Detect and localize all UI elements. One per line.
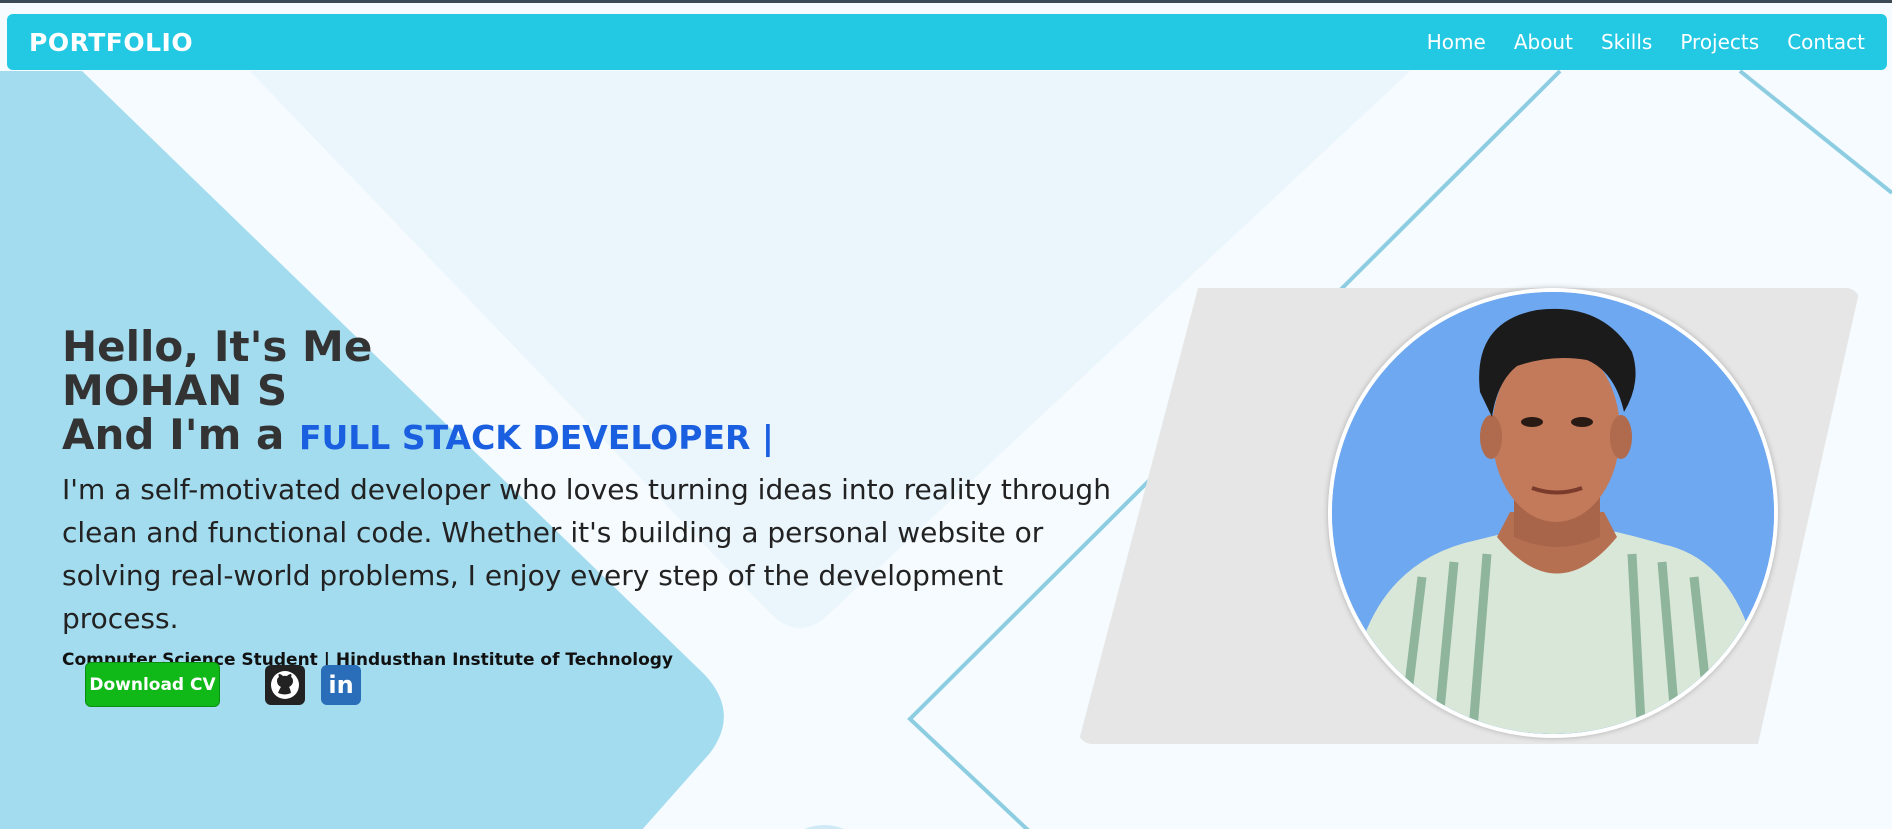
background-bottom-arc	[804, 825, 844, 829]
github-link[interactable]	[265, 664, 305, 705]
navbar: PORTFOLIO Home About Skills Projects Con…	[7, 14, 1887, 70]
hero-role: FULL STACK DEVELOPER |	[298, 418, 774, 457]
nav-links: Home About Skills Projects Contact	[1427, 30, 1865, 54]
portfolio-page: PORTFOLIO Home About Skills Projects Con…	[0, 0, 1892, 829]
nav-link-contact[interactable]: Contact	[1787, 30, 1865, 54]
logo[interactable]: PORTFOLIO	[29, 28, 193, 57]
github-icon	[271, 670, 299, 699]
linkedin-link[interactable]: in	[321, 664, 361, 705]
nav-link-projects[interactable]: Projects	[1680, 30, 1759, 54]
download-cv-button[interactable]: Download CV	[85, 662, 220, 707]
nav-link-skills[interactable]: Skills	[1601, 30, 1652, 54]
hero-section: Hello, It's Me MOHAN S And I'm a FULL ST…	[62, 322, 1122, 671]
nav-link-home[interactable]: Home	[1427, 30, 1486, 54]
hero-bio: I'm a self-motivated developer who loves…	[62, 473, 1111, 635]
background-outline-line-right	[1738, 69, 1892, 195]
nav-link-about[interactable]: About	[1514, 30, 1573, 54]
hero-name: MOHAN S	[62, 366, 288, 415]
linkedin-icon: in	[328, 670, 354, 699]
profile-photo	[1328, 288, 1778, 738]
hero-role-line: And I'm a FULL STACK DEVELOPER |	[62, 413, 1122, 460]
hero-actions: Download CV in	[85, 662, 361, 707]
profile-photo-illustration	[1332, 292, 1774, 734]
hero-role-prefix: And I'm a	[62, 410, 285, 459]
hero-greeting: Hello, It's Me	[62, 322, 373, 371]
social-links: in	[265, 664, 361, 705]
